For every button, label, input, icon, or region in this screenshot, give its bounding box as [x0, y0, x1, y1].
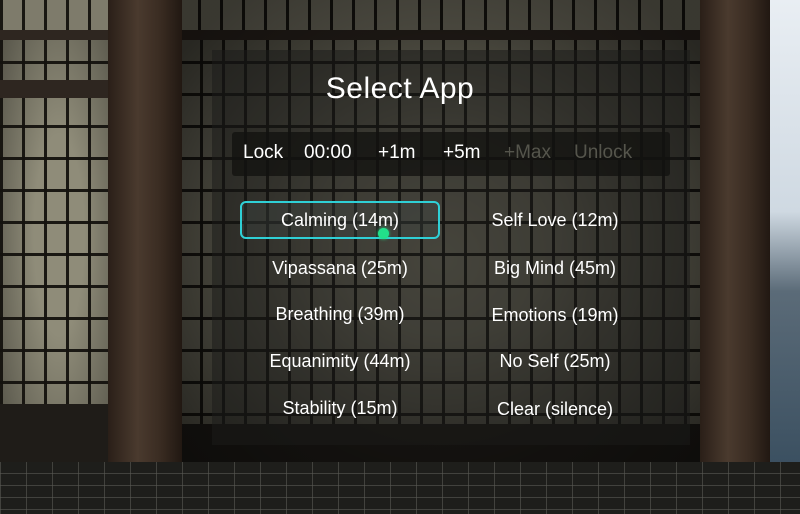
app-button-emotions[interactable]: Emotions (19m)	[455, 296, 655, 334]
outside-view	[770, 0, 800, 470]
shoji-screen-left	[0, 0, 118, 470]
app-button-label: Stability (15m)	[282, 397, 398, 418]
app-button-label: Self Love (12m)	[491, 209, 619, 230]
app-button-label: Clear (silence)	[496, 398, 614, 419]
add-1-minute-button[interactable]: +1m	[372, 142, 422, 164]
panel-title: Select App	[325, 72, 475, 105]
app-button-label: Emotions (19m)	[491, 304, 619, 325]
app-button-label: Equanimity (44m)	[269, 350, 411, 371]
wood-post-left	[108, 0, 182, 470]
lock-timer: 00:00	[304, 142, 352, 163]
app-button-big-mind[interactable]: Big Mind (45m)	[455, 249, 655, 287]
wood-post-right	[700, 0, 770, 470]
app-button-breathing[interactable]: Breathing (39m)	[240, 295, 440, 333]
add-max-button[interactable]: +Max	[498, 142, 557, 164]
app-button-vipassana[interactable]: Vipassana (25m)	[240, 249, 440, 287]
lock-label: Lock	[243, 142, 284, 163]
app-button-label: No Self (25m)	[499, 350, 611, 371]
app-button-self-love[interactable]: Self Love (12m)	[455, 201, 655, 239]
stone-floor	[0, 462, 800, 514]
app-button-no-self[interactable]: No Self (25m)	[455, 342, 655, 380]
app-button-clear-silence[interactable]: Clear (silence)	[455, 390, 655, 428]
app-button-calming[interactable]: Calming (14m)	[240, 201, 440, 239]
unlock-button[interactable]: Unlock	[568, 142, 638, 164]
pointer-cursor-icon	[378, 228, 389, 239]
app-button-label: Breathing (39m)	[275, 303, 405, 324]
app-button-label: Vipassana (25m)	[272, 257, 408, 278]
left-lower-rail	[0, 404, 110, 464]
select-app-panel	[212, 50, 690, 445]
app-button-label: Big Mind (45m)	[493, 257, 617, 278]
add-5-minutes-button[interactable]: +5m	[437, 142, 487, 164]
app-button-stability[interactable]: Stability (15m)	[240, 389, 440, 427]
app-button-equanimity[interactable]: Equanimity (44m)	[240, 342, 440, 380]
